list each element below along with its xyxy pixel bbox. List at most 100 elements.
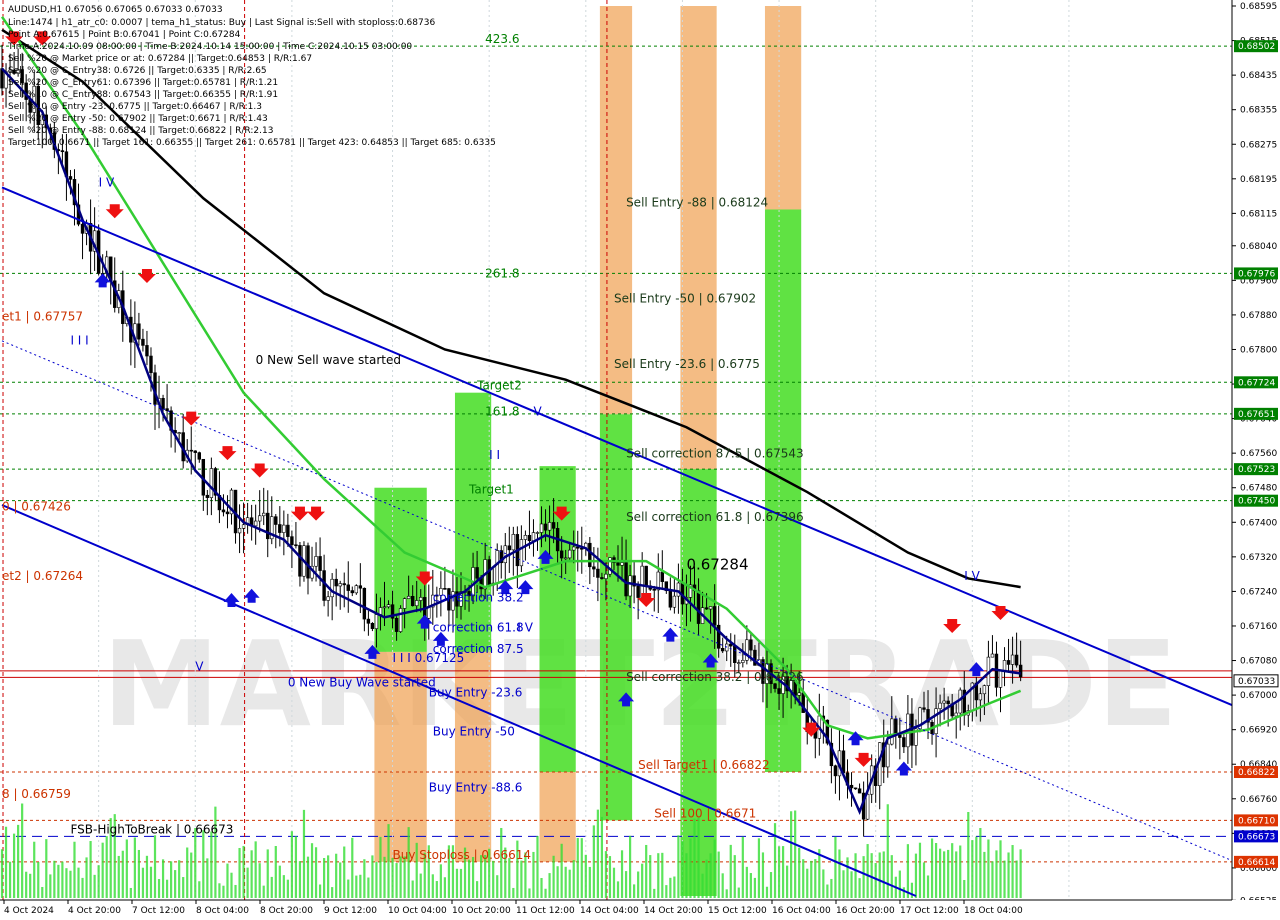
candle-body-127 xyxy=(511,534,516,551)
candle-body-175 xyxy=(704,607,709,610)
price-tick-label-5: 0.68195 xyxy=(1240,175,1277,185)
candle-body-198 xyxy=(797,692,801,696)
chart-label-0: 423.6 xyxy=(485,32,519,46)
candle-body-177 xyxy=(712,606,717,626)
candle-body-123 xyxy=(495,550,499,584)
time-tick-label-0: 4 Oct 2024 xyxy=(4,906,54,916)
zone-green-2 xyxy=(454,392,492,652)
candle-body-44 xyxy=(177,432,181,434)
candle-body-147 xyxy=(592,566,596,570)
candle-body-224 xyxy=(902,737,906,748)
candle-body-89 xyxy=(358,585,363,589)
chart-label-2: 161.8 xyxy=(485,405,519,419)
price-tag-10: 0.66614 xyxy=(1238,858,1275,868)
price-tick-label-23: 0.66760 xyxy=(1240,795,1277,805)
candle-body-60 xyxy=(241,524,246,529)
price-tick-label-4: 0.68275 xyxy=(1240,140,1277,150)
candle-body-176 xyxy=(708,606,713,610)
candle-body-252 xyxy=(1014,654,1019,666)
candle-body-78 xyxy=(314,556,318,567)
time-tick-label-12: 16 Oct 04:00 xyxy=(772,906,831,916)
candle-body-66 xyxy=(266,512,270,540)
chart: MARKET2TRADE 423.6261.8161.8Target2Targe… xyxy=(0,0,1280,920)
time-tick-label-7: 10 Oct 20:00 xyxy=(452,906,511,916)
time-tick-label-14: 17 Oct 12:00 xyxy=(900,906,959,916)
candle-body-246 xyxy=(990,653,995,658)
info-line-0: Line:1474 | h1_atr_c0: 0.0007 | tema_h1_… xyxy=(8,18,435,28)
chart-label-11: 0.67284 xyxy=(686,555,748,573)
candle-body-73 xyxy=(294,544,298,547)
chart-label-19: Buy Entry -23.6 xyxy=(429,685,523,699)
info-line-1: Point A:0.67615 | Point B:0.67041 | Poin… xyxy=(8,30,241,40)
chart-label-10: Sell correction 38.2 | 0.67026 xyxy=(626,670,804,684)
time-tick-label-3: 8 Oct 04:00 xyxy=(196,906,249,916)
chart-label-16: correction 38.2 xyxy=(433,590,524,604)
price-axis-bg xyxy=(1232,0,1280,920)
time-tick-label-9: 14 Oct 04:00 xyxy=(580,906,639,916)
zone-orange-10 xyxy=(764,6,802,210)
chart-label-26: 0 | 0.67426 xyxy=(2,500,71,514)
chart-label-32: I I xyxy=(489,448,500,462)
candle-body-56 xyxy=(225,511,230,515)
time-tick-label-13: 16 Oct 20:00 xyxy=(836,906,895,916)
candle-body-48 xyxy=(193,450,197,453)
candle-body-211 xyxy=(849,784,854,789)
chart-label-33: I V xyxy=(517,621,533,635)
candle-body-55 xyxy=(221,509,226,513)
candle-body-52 xyxy=(209,468,214,498)
price-tick-label-14: 0.67480 xyxy=(1240,484,1277,494)
candle-body-166 xyxy=(668,590,673,608)
candle-body-35 xyxy=(141,338,145,346)
candle-body-98 xyxy=(394,617,399,632)
price-tick-label-15: 0.67400 xyxy=(1240,518,1277,528)
candle-body-36 xyxy=(145,345,149,357)
candle-body-253 xyxy=(1018,664,1023,678)
candle-body-162 xyxy=(652,589,656,591)
zone-orange-5 xyxy=(539,772,576,862)
candle-body-235 xyxy=(946,700,950,704)
candle-body-148 xyxy=(596,568,600,578)
chart-label-29: I V xyxy=(99,176,115,190)
candle-body-186 xyxy=(749,639,753,651)
info-panel: AUDUSD,H1 0.67056 0.67065 0.67033 0.6703… xyxy=(7,5,496,148)
price-axis: 0.685950.685150.684350.683550.682750.681… xyxy=(1231,0,1280,920)
candle-body-63 xyxy=(253,520,258,527)
price-tick-label-0: 0.68595 xyxy=(1240,2,1277,12)
candle-body-154 xyxy=(620,562,624,566)
price-tick-label-16: 0.67320 xyxy=(1240,553,1277,563)
candle-body-137 xyxy=(551,522,556,529)
candle-body-83 xyxy=(334,578,338,587)
time-tick-label-1: 4 Oct 20:00 xyxy=(68,906,121,916)
candle-body-184 xyxy=(741,659,745,663)
zone-orange-8 xyxy=(680,6,717,470)
candle-body-102 xyxy=(410,595,415,607)
candle-body-82 xyxy=(330,578,334,598)
candle-body-129 xyxy=(519,539,524,567)
candle-body-79 xyxy=(318,556,322,571)
info-line-8: Sell %20 @ Entry -50: 0.67902 || Target:… xyxy=(8,114,268,124)
candle-body-132 xyxy=(531,532,536,542)
candle-body-249 xyxy=(1002,660,1007,672)
candle-body-221 xyxy=(890,718,894,745)
price-tag-7: 0.66822 xyxy=(1238,768,1275,778)
time-tick-label-11: 15 Oct 12:00 xyxy=(708,906,767,916)
candle-body-222 xyxy=(894,718,898,734)
candle-body-213 xyxy=(857,788,862,794)
candle-body-103 xyxy=(414,600,419,607)
price-tag-6: 0.67033 xyxy=(1238,677,1275,687)
candle-body-209 xyxy=(841,750,846,774)
price-tick-label-10: 0.67800 xyxy=(1240,345,1277,355)
info-line-5: Sell %20 @ C_Entry61: 0.67396 || Target:… xyxy=(8,78,278,88)
candle-body-159 xyxy=(640,565,644,598)
candle-body-69 xyxy=(278,524,282,533)
candle-body-183 xyxy=(737,662,741,664)
chart-label-31: V xyxy=(533,405,542,419)
candle-body-64 xyxy=(257,515,262,522)
candle-body-68 xyxy=(274,516,278,525)
candle-body-85 xyxy=(342,583,346,586)
time-tick-label-15: 18 Oct 04:00 xyxy=(964,906,1023,916)
chart-label-14: 0 New Sell wave started xyxy=(256,353,401,367)
candle-body-136 xyxy=(547,522,552,531)
price-tag-4: 0.67523 xyxy=(1238,465,1275,475)
candle-body-47 xyxy=(189,449,193,452)
